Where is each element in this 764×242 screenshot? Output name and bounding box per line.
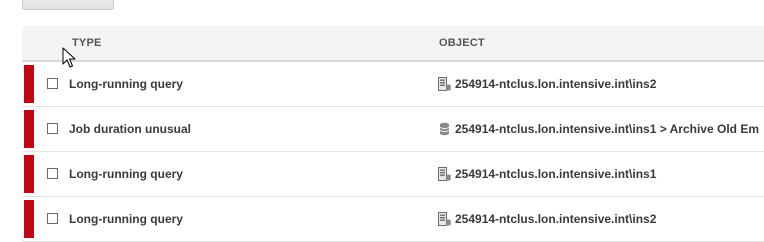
table-header: TYPE OBJECT bbox=[22, 26, 764, 62]
toolbar-button[interactable] bbox=[22, 0, 114, 10]
sql-instance-icon bbox=[438, 167, 451, 181]
table-row[interactable]: Long-running query 254914-ntclus.lon.int… bbox=[22, 197, 764, 242]
alerts-table: TYPE OBJECT Long-running query 254914-nt… bbox=[22, 26, 764, 242]
row-checkbox[interactable] bbox=[47, 123, 58, 134]
alert-object[interactable]: 254914-ntclus.lon.intensive.int\ins1 bbox=[455, 167, 656, 181]
row-checkbox[interactable] bbox=[47, 78, 58, 89]
row-checkbox[interactable] bbox=[47, 213, 58, 224]
severity-indicator bbox=[24, 110, 34, 148]
alert-type[interactable]: Job duration unusual bbox=[69, 122, 191, 136]
column-header-object[interactable]: OBJECT bbox=[439, 37, 485, 49]
table-row[interactable]: Job duration unusual 254914-ntclus.lon.i… bbox=[22, 107, 764, 152]
alert-type[interactable]: Long-running query bbox=[69, 167, 183, 181]
database-icon bbox=[438, 122, 451, 136]
row-checkbox[interactable] bbox=[47, 168, 58, 179]
sql-instance-icon bbox=[438, 77, 451, 91]
alert-object[interactable]: 254914-ntclus.lon.intensive.int\ins2 bbox=[455, 77, 656, 91]
severity-indicator bbox=[24, 65, 34, 103]
alert-type[interactable]: Long-running query bbox=[69, 212, 183, 226]
severity-indicator bbox=[24, 200, 34, 238]
sql-instance-icon bbox=[438, 212, 451, 226]
table-row[interactable]: Long-running query 254914-ntclus.lon.int… bbox=[22, 152, 764, 197]
alert-type[interactable]: Long-running query bbox=[69, 77, 183, 91]
table-row[interactable]: Long-running query 254914-ntclus.lon.int… bbox=[22, 62, 764, 107]
alert-object[interactable]: 254914-ntclus.lon.intensive.int\ins1 > A… bbox=[455, 122, 759, 136]
alert-object[interactable]: 254914-ntclus.lon.intensive.int\ins2 bbox=[455, 212, 656, 226]
column-header-type[interactable]: TYPE bbox=[72, 37, 102, 49]
severity-indicator bbox=[24, 155, 34, 193]
